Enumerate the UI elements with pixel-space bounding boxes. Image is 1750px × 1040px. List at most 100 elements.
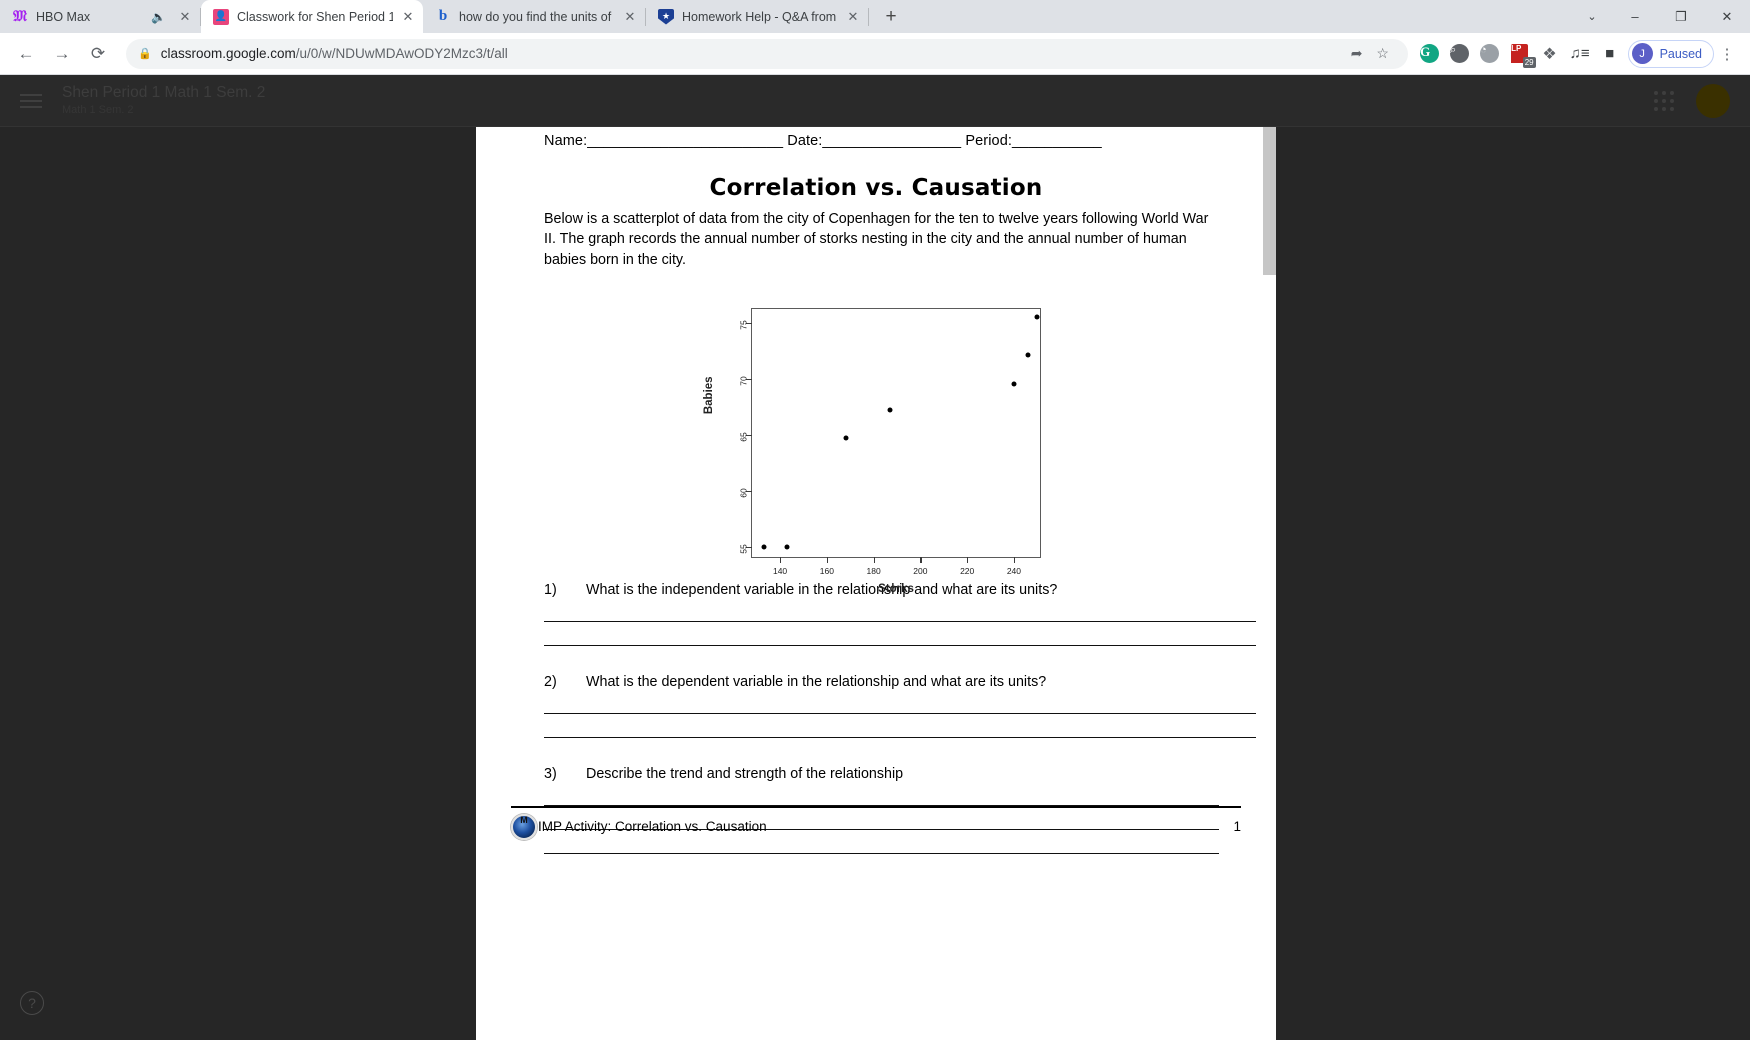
media-control-icon[interactable]: ♫≡ xyxy=(1566,40,1594,68)
back-button[interactable]: ← xyxy=(10,38,42,70)
worksheet-title: Correlation vs. Causation xyxy=(709,175,1043,201)
answer-line[interactable] xyxy=(544,620,1256,622)
chart-x-tick-label: 180 xyxy=(866,565,881,576)
browser-tab-brainly[interactable]: b how do you find the units of a ind ✕ xyxy=(423,0,645,33)
classroom-header-right xyxy=(1654,83,1730,118)
chart-x-tick xyxy=(920,556,922,563)
new-tab-button[interactable]: + xyxy=(877,3,905,31)
reload-button[interactable]: ⟳ xyxy=(82,38,114,70)
footer-page-number: 1 xyxy=(1233,819,1241,835)
chart-x-tick-label: 160 xyxy=(819,565,834,576)
maximize-button[interactable]: ❐ xyxy=(1658,0,1704,33)
forward-button[interactable]: → xyxy=(46,38,78,70)
star-icon[interactable]: ☆ xyxy=(1370,41,1396,67)
tab-close-button[interactable]: ✕ xyxy=(621,8,639,26)
classroom-icon: 👤 xyxy=(213,8,229,25)
browser-tab-classroom[interactable]: 👤 Classwork for Shen Period 1 Math ✕ xyxy=(201,0,423,33)
classroom-titles: Shen Period 1 Math 1 Sem. 2 Math 1 Sem. … xyxy=(62,83,265,118)
chart-data-point xyxy=(1034,314,1040,320)
chart-y-tick-label: 75 xyxy=(738,319,748,330)
question-number: 1) xyxy=(544,581,557,598)
chevron-down-icon[interactable]: ⌄ xyxy=(1572,0,1612,33)
question-text: Describe the trend and strength of the r… xyxy=(586,765,904,782)
chart-y-tick-label: 55 xyxy=(738,544,748,554)
google-apps-grid-icon[interactable] xyxy=(1654,90,1674,111)
chart-x-tick xyxy=(1013,556,1016,563)
browser-tab-homework-help[interactable]: ★ Homework Help - Q&A from Onli ✕ xyxy=(646,0,868,33)
document-page: Name:________________________ Date:_____… xyxy=(476,75,1276,854)
answer-line[interactable] xyxy=(544,712,1256,714)
chart-data-point xyxy=(761,544,767,550)
tab-title: Homework Help - Q&A from Onli xyxy=(682,9,838,24)
chart-plot-area: 55 60 65 70 75 140 160 180 200 220 240 xyxy=(738,307,1041,576)
avatar: J xyxy=(1631,43,1653,64)
extension-badge-count: 29 xyxy=(1522,56,1536,68)
grammarly-icon[interactable]: G xyxy=(1416,40,1444,68)
chart-data-point xyxy=(887,407,893,413)
tab-title: how do you find the units of a ind xyxy=(459,9,615,24)
three-dot-menu-icon[interactable]: ⋮ xyxy=(1714,39,1740,69)
page-content: Shen Period 1 Math 1 Sem. 2 Math 1 Sem. … xyxy=(0,75,1750,1040)
avatar[interactable] xyxy=(1696,83,1730,118)
chart-x-axis-title: Storks xyxy=(878,582,914,595)
chart-y-tick-label: 65 xyxy=(738,432,748,442)
chart-data-point xyxy=(1025,352,1031,358)
chart-x-tick xyxy=(873,556,875,563)
chart-data-point xyxy=(1011,381,1017,387)
footer-title: IMP Activity: Correlation vs. Causation xyxy=(538,819,767,835)
question-number: 3) xyxy=(544,765,557,782)
chart-y-tick-label: 60 xyxy=(738,488,748,498)
page-title: Shen Period 1 Math 1 Sem. 2 xyxy=(62,83,266,101)
tab-close-button[interactable]: ✕ xyxy=(176,8,194,26)
url-text: classroom.google.com/u/0/w/NDUwMDAwODY2M… xyxy=(160,46,508,61)
chart-data-point xyxy=(843,435,849,441)
chart-x-tick-label: 220 xyxy=(960,565,975,576)
answer-line[interactable] xyxy=(544,736,1256,738)
chart-x-tick-label: 200 xyxy=(913,565,928,576)
browser-window: 𝔐 HBO Max 🔈 ✕ 👤 Classwork for Shen Perio… xyxy=(0,0,1750,1040)
circle-extension-icon[interactable]: ◔ xyxy=(1476,40,1504,68)
side-panel-icon[interactable]: ■ xyxy=(1596,40,1624,68)
tab-title: Classwork for Shen Period 1 Math xyxy=(237,9,393,24)
name-date-period-line: Name:________________________ Date:_____… xyxy=(544,133,1102,149)
hamburger-menu-icon[interactable] xyxy=(20,90,42,112)
sync-status-label: Paused xyxy=(1659,46,1702,61)
brainly-icon: b xyxy=(438,8,448,24)
tab-title: HBO Max xyxy=(36,9,91,24)
window-controls: ⌄ – ❐ ✕ xyxy=(1572,0,1750,33)
tab-divider xyxy=(868,7,869,26)
help-icon[interactable]: ? xyxy=(20,991,44,1015)
chart-data-point xyxy=(784,544,790,550)
tab-strip: 𝔐 HBO Max 🔈 ✕ 👤 Classwork for Shen Perio… xyxy=(0,0,1750,33)
chart-x-tick-label: 240 xyxy=(1006,565,1022,576)
classroom-header: Shen Period 1 Math 1 Sem. 2 Math 1 Sem. … xyxy=(0,75,1750,127)
search-extension-icon[interactable]: ⌕ xyxy=(1446,40,1474,68)
share-icon[interactable]: ➦ xyxy=(1344,41,1370,67)
browser-tab-hbo-max[interactable]: 𝔐 HBO Max 🔈 ✕ xyxy=(0,0,200,33)
chart-x-tick xyxy=(826,556,829,563)
hbomax-icon: 𝔐 xyxy=(13,7,27,25)
tab-close-button[interactable]: ✕ xyxy=(399,8,417,26)
extensions-area: G ⌕ ◔ LP 29 ❖ ♫≡ ■ xyxy=(1416,40,1624,68)
lock-icon: 🔒 xyxy=(138,48,152,60)
browser-toolbar: ← → ⟳ 🔒 classroom.google.com/u/0/w/NDUwM… xyxy=(0,33,1750,75)
lastpass-icon[interactable]: LP 29 xyxy=(1506,40,1536,68)
imp-logo-icon xyxy=(511,813,537,840)
close-window-button[interactable]: ✕ xyxy=(1704,0,1750,33)
question-item-2: 2) What is the dependent variable in the… xyxy=(544,673,1256,738)
tab-close-button[interactable]: ✕ xyxy=(844,8,862,26)
document-preview: Name:________________________ Date:_____… xyxy=(476,75,1276,1040)
chart-x-tick xyxy=(967,556,969,563)
minimize-button[interactable]: – xyxy=(1612,0,1658,33)
address-bar[interactable]: 🔒 classroom.google.com/u/0/w/NDUwMDAwODY… xyxy=(126,38,1408,69)
profile-button[interactable]: J Paused xyxy=(1627,39,1714,68)
answer-line[interactable] xyxy=(544,644,1256,646)
homework-shield-icon: ★ xyxy=(658,8,674,25)
footer-divider xyxy=(511,805,1241,808)
tab-mute-icon[interactable]: 🔈 xyxy=(151,10,166,24)
puzzle-extensions-icon[interactable]: ❖ xyxy=(1536,40,1564,68)
scatterplot: Babies 55 60 65 70 75 140 160 180 200 220 240 Stor… xyxy=(703,307,1041,595)
question-number: 2) xyxy=(544,673,557,690)
chart-y-axis-title: Babies xyxy=(703,376,715,415)
chart-x-tick-label: 140 xyxy=(772,565,788,576)
